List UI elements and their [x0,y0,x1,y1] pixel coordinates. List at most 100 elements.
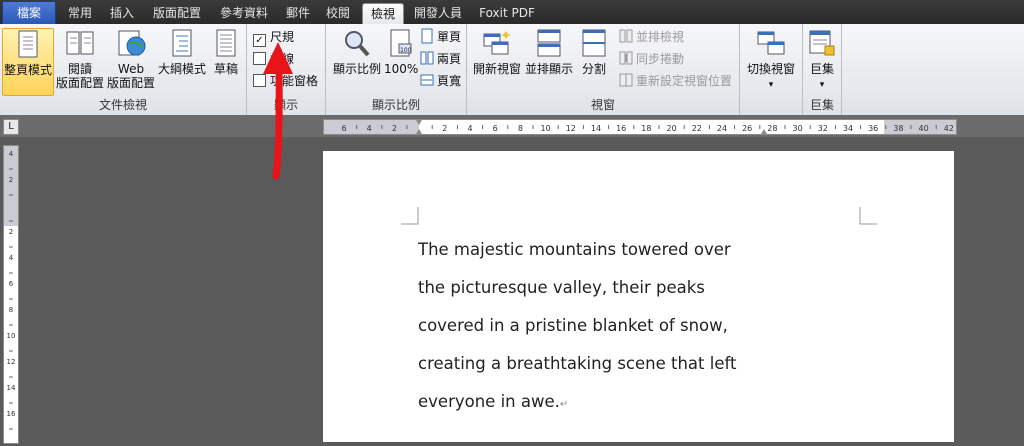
document-body[interactable]: The majestic mountains towered over the … [418,231,778,424]
document-line-last: everyone in awe.↵ [418,383,778,424]
ruler-tick-label: 6 [341,124,346,133]
ruler-tick-label: 18 [641,124,651,133]
ruler-tick-label: 8 [9,306,13,314]
zoom-label: 顯示比例 [332,62,381,76]
draft-button[interactable]: 草稿 [208,28,244,76]
outline-label: 大綱模式 [157,62,206,76]
one-page-icon [421,28,433,44]
horizontal-ruler-scale: 6 4 2 2 4 6 8 10 12 14 16 18 20 22 24 26 28 30 32 34 36 38 40 4… [324,120,962,134]
ruler-label: 尺規 [270,30,295,44]
ruler-tick-label: 16 [7,410,16,418]
ruler-tick-label: 20 [667,124,677,133]
group-show: ✓ 尺規 格線 功能窗格 顯示 [247,24,326,115]
group-window: 開新視窗 並排顯示 分割 並排檢視 同步捲動 重新設定視窗位置 視窗 [467,24,740,115]
split-label: 分割 [581,62,606,76]
macros-dropdown-icon[interactable]: ▾ [820,80,825,90]
one-page-button[interactable]: 單頁 [420,28,461,46]
ruler-tick-label: 10 [541,124,551,133]
vertical-ruler[interactable]: 4 2 2 4 6 8 10 12 14 16 [3,145,19,444]
group-document-views: 整頁模式 閱讀 版面配置 Web 版面配置 大綱模式 草稿 文件檢視 [0,24,247,115]
tab-mailings[interactable]: 郵件 [280,3,316,24]
macros-label: 巨集 [809,62,834,76]
ruler-tick-label: 24 [717,124,727,133]
tab-insert[interactable]: 插入 [102,3,142,24]
tab-developer[interactable]: 開發人員 [406,3,470,24]
macros-icon [809,30,835,56]
arrange-all-label: 並排顯示 [524,62,573,76]
svg-text:100: 100 [400,47,412,54]
gridlines-label: 格線 [270,52,295,66]
ruler-tick-label: 22 [692,124,702,133]
zoom-100-button[interactable]: 100 100% [384,28,419,76]
view-side-by-side-button[interactable]: 並排檢視 [619,28,684,46]
web-layout-button[interactable]: Web 版面配置 [106,28,156,90]
ruler-tick-label: 4 [9,150,14,158]
margin-corner-top-left [401,207,419,225]
ruler-tick-label: 14 [7,384,16,392]
ruler-tick-label: 6 [9,280,14,288]
new-window-button[interactable]: 開新視窗 [471,28,523,76]
navigation-pane-checkbox-box[interactable] [253,74,266,87]
page-width-button[interactable]: 頁寬 [420,72,461,90]
tab-foxit-pdf[interactable]: Foxit PDF [474,3,540,24]
group-label-document-views: 文件檢視 [98,98,147,112]
switch-windows-button[interactable]: 切換視窗 ▾ [742,28,800,92]
arrange-all-icon [537,29,561,57]
ruler-tick-label: 4 [467,124,472,133]
print-layout-icon [18,30,38,58]
ruler-tick-label: 42 [944,124,954,133]
new-window-label: 開新視窗 [472,62,521,76]
ruler-tick-label: 34 [843,124,853,133]
document-page[interactable]: The majestic mountains towered over the … [323,151,954,442]
group-zoom: 顯示比例 100 100% 單頁 兩頁 頁寬 顯示比例 [326,24,467,115]
tab-file[interactable]: 檔案 [2,1,56,25]
arrange-all-button[interactable]: 並排顯示 [523,28,575,76]
tab-review[interactable]: 校閱 [318,3,358,24]
tab-home[interactable]: 常用 [58,3,102,24]
hundred-percent-icon: 100 [390,29,412,57]
magnifier-icon [345,31,370,57]
outline-button[interactable]: 大綱模式 [157,28,207,76]
gridlines-checkbox[interactable]: 格線 [253,51,294,67]
synchronous-scrolling-button[interactable]: 同步捲動 [619,50,684,68]
web-layout-icon [118,30,146,56]
split-button[interactable]: 分割 [577,28,611,76]
ruler-tick-label: 28 [767,124,777,133]
ruler-tick-label: 14 [591,124,601,133]
ribbon: 整頁模式 閱讀 版面配置 Web 版面配置 大綱模式 草稿 文件檢視 ✓ 尺規 格… [0,24,1024,116]
vertical-ruler-scale: 4 2 2 4 6 8 10 12 14 16 [4,146,18,430]
zoom-100-label: 100% [384,62,419,76]
gridlines-checkbox-box[interactable] [253,52,266,65]
draft-icon [216,29,236,57]
full-screen-reading-button[interactable]: 閱讀 版面配置 [55,28,105,90]
ruler-tick-label: 16 [616,124,626,133]
ruler-tick-label: 2 [442,124,447,133]
macros-button[interactable]: 巨集 ▾ [805,28,839,92]
group-switch-windows: 切換視窗 ▾ [740,24,803,115]
ruler-tick-label: 12 [7,358,16,366]
ruler-checkbox-box[interactable]: ✓ [253,34,266,47]
side-by-side-icon [619,29,633,43]
ruler-tick-label: 32 [818,124,828,133]
tab-page-layout[interactable]: 版面配置 [146,3,208,24]
zoom-button[interactable]: 顯示比例 [330,28,384,76]
page-width-icon [420,74,434,86]
reset-window-position-button[interactable]: 重新設定視窗位置 [619,72,732,90]
document-line: creating a breathtaking scene that left [418,354,737,373]
margin-corner-top-right [859,207,877,225]
navigation-pane-checkbox[interactable]: 功能窗格 [253,73,318,89]
horizontal-ruler[interactable]: 6 4 2 2 4 6 8 10 12 14 16 18 20 22 24 26 28 30 32 34 36 38 40 4… [323,119,962,135]
tab-selector-button[interactable]: L [3,119,19,135]
switch-windows-dropdown-icon[interactable]: ▾ [769,80,774,90]
two-pages-button[interactable]: 兩頁 [420,50,461,68]
ruler-checkbox[interactable]: ✓ 尺規 [253,29,295,47]
ruler-tick-label: 38 [893,124,903,133]
ruler-tick-label: 40 [919,124,929,133]
ruler-tick-label: 30 [793,124,803,133]
two-pages-label: 兩頁 [437,52,462,66]
group-label-show: 顯示 [273,98,298,112]
tab-view[interactable]: 檢視 [362,3,404,26]
print-layout-button[interactable]: 整頁模式 [2,28,54,96]
tab-references[interactable]: 參考資料 [213,3,275,24]
ruler-tick-label: 12 [566,124,576,133]
